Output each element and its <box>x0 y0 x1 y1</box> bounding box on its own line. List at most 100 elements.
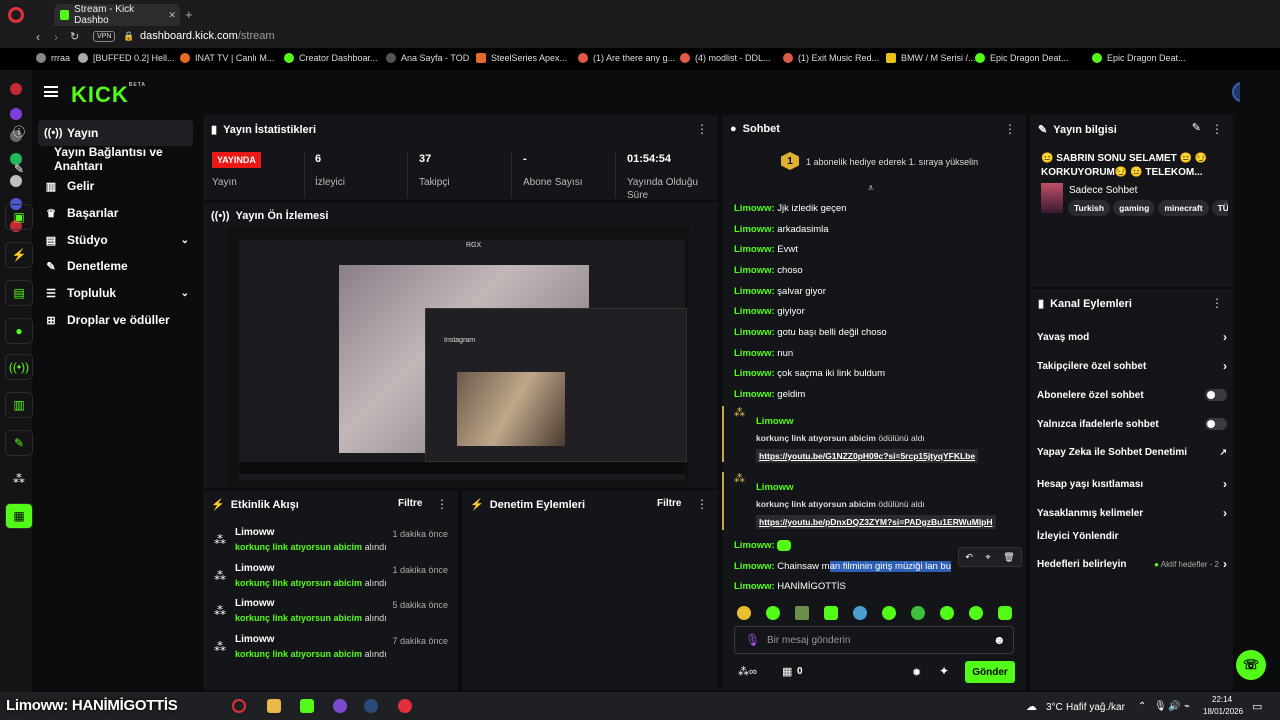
chat-user[interactable]: Limoww: <box>734 265 775 276</box>
emote-icon[interactable] <box>940 606 954 620</box>
chat-user[interactable]: Limoww: <box>734 561 775 572</box>
chat-user[interactable]: Limoww: <box>734 368 775 379</box>
bookmark[interactable]: BMW / M Serisi /... <box>886 53 976 63</box>
minecraft-icon[interactable] <box>300 699 314 713</box>
feed-user[interactable]: Limoww <box>235 598 274 609</box>
emote-icon[interactable] <box>824 606 838 620</box>
bookmark[interactable]: [BUFFED 0.2] Hell... <box>78 53 175 63</box>
settings-icon[interactable]: ✹ <box>912 666 921 679</box>
kick-emote-icon[interactable]: ✦ <box>939 664 949 678</box>
feed-user[interactable]: Limoww <box>235 634 274 645</box>
chat-user[interactable]: Limoww: <box>734 327 775 338</box>
feed-user[interactable]: Limoww <box>235 527 274 538</box>
chat-user[interactable]: Limoww: <box>734 348 775 359</box>
action-emote-only[interactable]: Yalnızca ifadelerle sohbet <box>1037 418 1227 430</box>
more-icon[interactable]: ⋮ <box>696 122 708 136</box>
gift-box-icon[interactable]: ▦ <box>782 665 792 678</box>
discord-taskbar-icon[interactable] <box>333 699 347 713</box>
nav-gelir[interactable]: ▥ Gelir <box>38 173 193 199</box>
emote-icon[interactable] <box>766 606 780 620</box>
action-account-age[interactable]: Hesap yaşı kısıtlaması › <box>1037 477 1227 491</box>
reward-link[interactable]: https://youtu.be/G1NZZ0pH09c?si=5rcp15jt… <box>756 449 979 463</box>
bookmark[interactable]: Ana Sayfa - TOD <box>386 53 469 63</box>
close-tab-icon[interactable]: ✕ <box>168 10 176 21</box>
send-button[interactable]: Gönder <box>965 661 1015 683</box>
more-icon[interactable]: ⋮ <box>696 497 708 511</box>
weather-icon[interactable]: ☁ <box>1026 700 1037 713</box>
wrench-icon[interactable]: ✎ <box>5 430 33 456</box>
browser-tab[interactable]: Stream - Kick Dashbo ✕ <box>54 4 180 26</box>
emoji-icon[interactable]: ☻ <box>993 633 1006 647</box>
chat-bubble-icon[interactable]: ● <box>5 318 33 344</box>
info-icon[interactable]: ⓘ <box>5 118 33 144</box>
emote-icon[interactable] <box>882 606 896 620</box>
sidebar-app-icon[interactable] <box>10 83 22 95</box>
bookmark[interactable]: rrraa <box>36 53 70 63</box>
chat-user[interactable]: Limoww <box>756 482 1020 493</box>
stream-preview[interactable]: Instagram RGX <box>229 226 689 488</box>
toggle-switch[interactable] <box>1205 418 1227 430</box>
category-name[interactable]: Sadece Sohbet <box>1069 185 1137 196</box>
tray-chevron-icon[interactable]: ⌃ <box>1138 701 1146 712</box>
bookmark[interactable]: (1) Are there any g... <box>578 53 675 63</box>
bookmark[interactable]: (4) modlist - DDL... <box>680 53 771 63</box>
emote-icon[interactable] <box>911 606 925 620</box>
chat-user[interactable]: Limoww: <box>734 306 775 317</box>
emote-icon[interactable] <box>853 606 867 620</box>
nav-topluluk[interactable]: ☰ Topluluk ⌄ <box>38 280 193 306</box>
chat-user[interactable]: Limoww: <box>734 540 775 551</box>
moderation-filter-button[interactable]: Filtre <box>657 498 681 509</box>
nav-basarilar[interactable]: ♛ Başarılar <box>38 200 193 226</box>
scroll-down-icon[interactable]: ⩡ <box>868 183 874 194</box>
chat-user[interactable]: Limoww: <box>734 244 775 255</box>
bookmark[interactable]: (1) Exit Music Red... <box>783 53 879 63</box>
delete-icon[interactable]: 🗑 <box>1003 552 1014 563</box>
file-explorer-icon[interactable] <box>267 699 281 713</box>
feed-user[interactable]: Limoww <box>235 563 274 574</box>
tag[interactable]: gaming <box>1113 200 1156 216</box>
emote-icon[interactable] <box>795 606 809 620</box>
edit-icon[interactable]: ✎ <box>5 156 33 182</box>
edit-icon[interactable]: ✎ <box>1192 121 1201 134</box>
forward-icon[interactable]: › <box>54 30 58 44</box>
action-ai-moderation[interactable]: Yapay Zeka ile Sohbet Denetimi ↗ <box>1037 447 1227 458</box>
opera-logo-icon[interactable] <box>8 7 24 23</box>
nav-studyo[interactable]: ▤ Stüdyo ⌄ <box>38 227 193 253</box>
emote-icon[interactable] <box>737 606 751 620</box>
category-thumbnail[interactable] <box>1041 183 1063 213</box>
more-icon[interactable]: ⋮ <box>436 497 448 511</box>
support-icon[interactable]: ☏ <box>1236 650 1266 680</box>
notifications-icon[interactable]: ▭ <box>1252 700 1262 713</box>
network-icon[interactable]: ⌁ <box>1184 701 1190 712</box>
chat-user[interactable]: Limoww: <box>734 389 775 400</box>
points-icon[interactable]: ⁂ <box>5 466 33 492</box>
chat-user[interactable]: Limoww: <box>734 286 775 297</box>
clock-time[interactable]: 22:14 <box>1212 695 1232 704</box>
mic-icon[interactable]: 🎙 <box>1154 701 1167 712</box>
points-icon[interactable]: ⁂∞ <box>738 665 757 678</box>
more-icon[interactable]: ⋮ <box>1211 296 1223 310</box>
new-tab-icon[interactable]: + <box>185 7 193 22</box>
nav-yayin-baglantisi[interactable]: Yayın Bağlantısı ve Anahtarı <box>38 145 193 173</box>
vpn-badge[interactable]: VPN <box>93 31 116 42</box>
mic-icon[interactable]: 🎙 <box>745 633 760 647</box>
chat-user[interactable]: Limoww: <box>734 581 775 592</box>
chat-user[interactable]: Limoww: <box>734 224 775 235</box>
more-icon[interactable]: ⋮ <box>1211 122 1223 136</box>
action-slow-mode[interactable]: Yavaş mod › <box>1037 330 1227 344</box>
clock-date[interactable]: 18/01/2026 <box>1203 707 1243 716</box>
nav-droplar[interactable]: ⊞ Droplar ve ödüller <box>38 307 193 333</box>
menu-icon[interactable] <box>44 86 58 97</box>
tag[interactable]: minecraft <box>1158 200 1209 216</box>
bookmark[interactable]: Epic Dragon Deat... <box>975 53 1069 63</box>
back-icon[interactable]: ‹ <box>36 30 40 44</box>
action-banned-words[interactable]: Yasaklanmış kelimeler › <box>1037 506 1227 520</box>
volume-icon[interactable]: 🔊 <box>1168 701 1180 712</box>
toggle-switch[interactable] <box>1205 389 1227 401</box>
layout-icon[interactable]: ▥ <box>5 392 33 418</box>
address-bar[interactable]: dashboard.kick.com/stream <box>140 30 275 42</box>
action-followers-only[interactable]: Takipçilere özel sohbet › <box>1037 359 1227 373</box>
nav-denetleme[interactable]: ✎ Denetleme <box>38 253 193 279</box>
tag[interactable]: Turkish <box>1068 200 1111 216</box>
pin-icon[interactable]: ⌖ <box>986 552 991 563</box>
